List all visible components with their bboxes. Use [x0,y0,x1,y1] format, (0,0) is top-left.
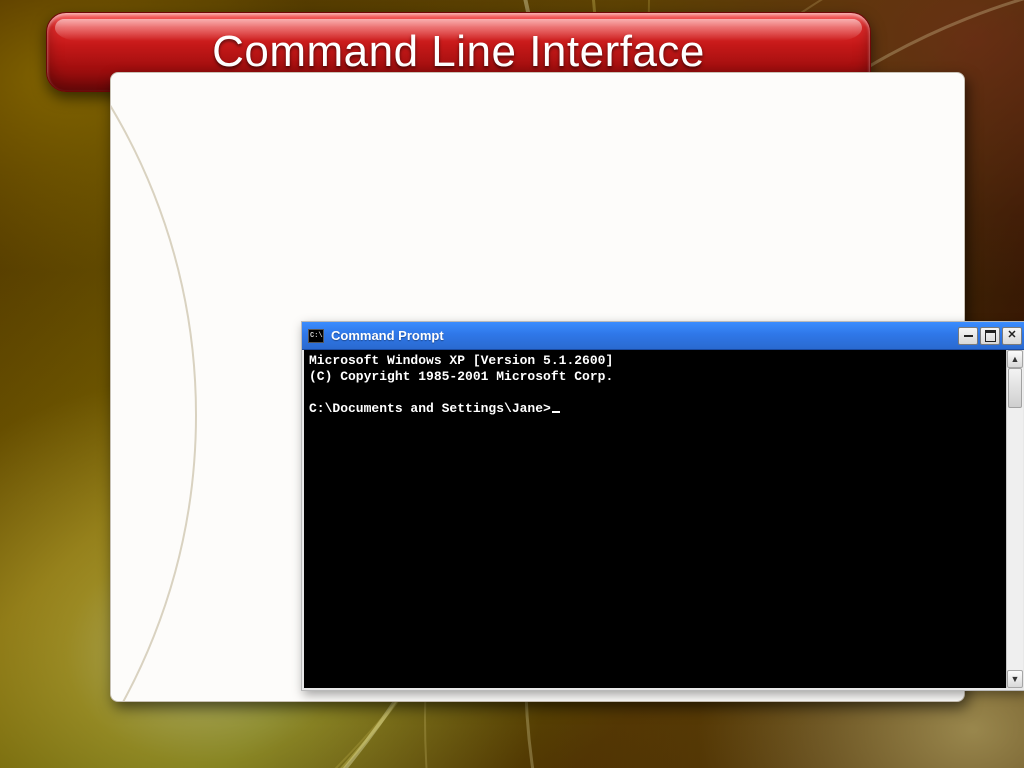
vertical-scrollbar[interactable]: ▲ ▼ [1006,350,1023,688]
scroll-track[interactable] [1007,368,1023,670]
slide-card: Command Prompt Microsoft Windows XP [Ver… [110,72,965,702]
console-line: (C) Copyright 1985-2001 Microsoft Corp. [309,369,613,384]
scroll-down-button[interactable]: ▼ [1007,670,1023,688]
close-button[interactable] [1002,327,1022,345]
minimize-button[interactable] [958,327,978,345]
window-titlebar[interactable]: Command Prompt [302,322,1024,350]
cursor [552,411,560,413]
scroll-thumb[interactable] [1008,368,1022,408]
cmd-icon [308,329,324,343]
slide-title: Command Line Interface [212,27,705,77]
scroll-up-button[interactable]: ▲ [1007,350,1023,368]
console-output[interactable]: Microsoft Windows XP [Version 5.1.2600] … [304,350,1006,688]
command-prompt-window: Command Prompt Microsoft Windows XP [Ver… [301,321,1024,691]
window-title: Command Prompt [331,329,954,342]
maximize-button[interactable] [980,327,1000,345]
console-prompt: C:\Documents and Settings\Jane> [309,401,551,416]
console-line: Microsoft Windows XP [Version 5.1.2600] [309,353,613,368]
